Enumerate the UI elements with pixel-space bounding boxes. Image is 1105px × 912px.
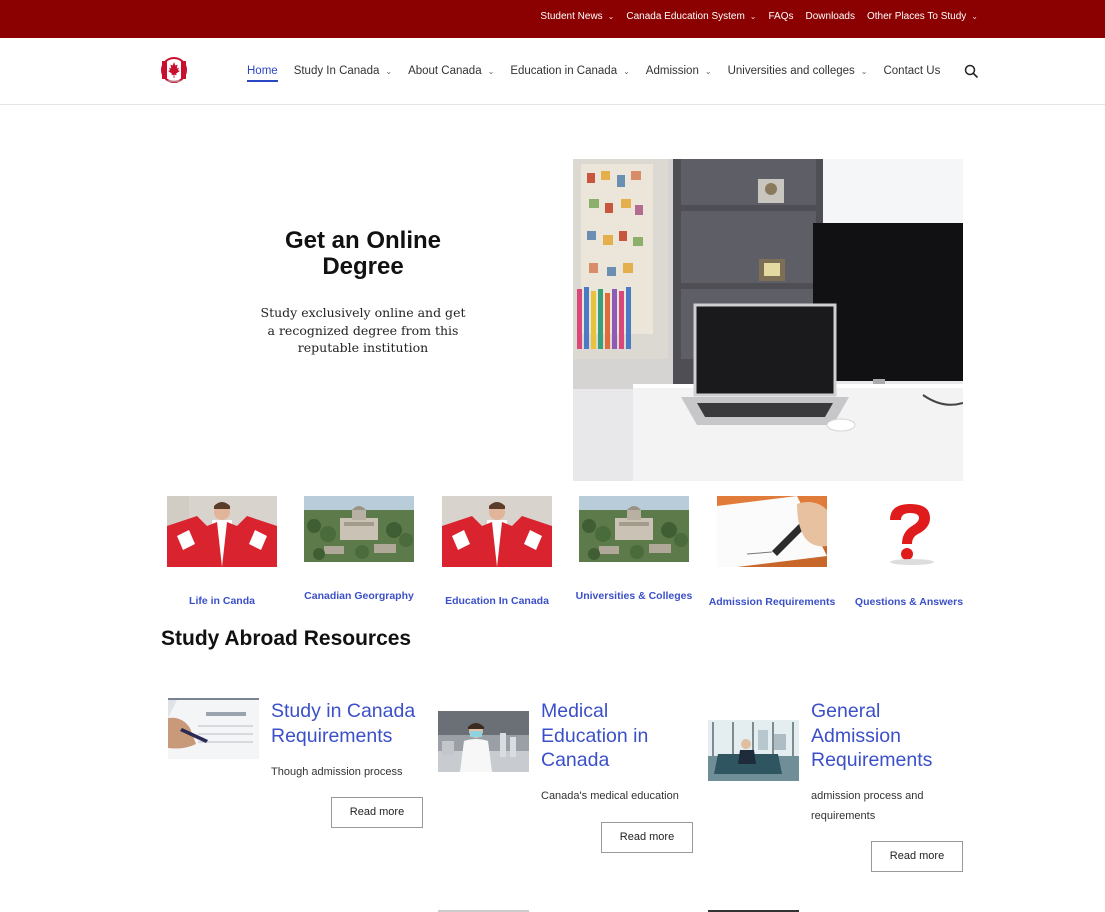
category-label[interactable]: Canadian Georgraphy [294,590,424,602]
visa-application-photo[interactable] [168,698,259,759]
topnav-label: Downloads [805,11,855,22]
category-label[interactable]: Life in Canda [157,595,287,607]
top-bar: Student News ⌄ Canada Education System ⌄ F… [0,0,1105,38]
read-more-button[interactable]: Read more [871,841,963,872]
category-label[interactable]: Admission Requirements [707,596,837,608]
section-title: Study Abroad Resources [161,627,412,650]
chevron-down-icon: ⌄ [860,66,868,76]
chevron-down-icon: ⌄ [385,66,393,76]
student-lounge-photo[interactable] [708,720,799,781]
main-nav: Home Study In Canada ⌄ About Canada ⌄ Educ… [247,65,956,82]
chevron-down-icon: ⌄ [704,66,712,76]
topnav-faqs[interactable]: FAQs [768,11,793,22]
post-excerpt: admission process and requirements [811,790,924,822]
nav-label: Admission [645,65,699,77]
nav-education-in-canada[interactable]: Education in Canada ⌄ [510,65,629,77]
nav-universities-and-colleges[interactable]: Universities and colleges ⌄ [728,65,868,77]
canadian-flag-person-photo[interactable] [167,496,277,567]
nav-label: Contact Us [883,65,941,77]
hero-title: Get an Online Degree [284,227,442,280]
nav-label: Education in Canada [510,65,618,77]
canada-maple-leaf-logo[interactable] [161,57,187,83]
campus-aerial-photo[interactable] [304,496,414,562]
read-more-button[interactable]: Read more [331,797,423,828]
topnav-label: Canada Education System [626,11,745,22]
topnav-label: FAQs [768,11,794,22]
search-icon[interactable] [964,64,978,78]
category-label[interactable]: Questions & Answers [844,596,974,608]
nav-contact-us[interactable]: Contact Us [883,65,940,77]
campus-aerial-photo[interactable] [579,496,689,562]
topnav-other-places[interactable]: Other Places To Study ⌄ [867,11,978,22]
nav-label: Study In Canada [293,65,380,77]
topnav-label: Student News [540,11,603,22]
pen-signing-paper-photo[interactable] [717,496,827,567]
nav-home[interactable]: Home [247,65,278,82]
post-title[interactable]: Medical Education in Canada [541,699,681,773]
chevron-down-icon: ⌄ [749,12,757,21]
chevron-down-icon: ⌄ [971,12,978,21]
nav-study-in-canada[interactable]: Study In Canada ⌄ [294,65,392,77]
post-excerpt: Though admission process [271,766,403,778]
chevron-down-icon: ⌄ [607,12,615,21]
canadian-flag-person-photo[interactable] [442,496,552,567]
laptop-on-desk-photo [573,159,963,481]
post-title[interactable]: Study in Canada Requirements [271,699,421,748]
nav-label: Home [247,65,278,77]
category-label[interactable]: Education In Canada [432,595,562,607]
chevron-down-icon: ⌄ [623,66,630,76]
nav-about-canada[interactable]: About Canada ⌄ [408,65,494,77]
post-title[interactable]: General Admission Requirements [811,699,961,773]
nav-admission[interactable]: Admission ⌄ [646,65,712,77]
nav-label: About Canada [408,65,482,77]
chevron-down-icon: ⌄ [487,66,495,76]
category-label[interactable]: Universities & Colleges [569,590,699,602]
topnav-label: Other Places To Study [866,11,967,22]
medical-lab-photo[interactable] [438,711,529,772]
topnav-student-news[interactable]: Student News ⌄ [540,11,614,22]
read-more-button[interactable]: Read more [601,822,693,853]
red-question-mark[interactable] [854,496,964,567]
topnav-downloads[interactable]: Downloads [806,11,855,22]
post-excerpt: Canada's medical education [541,790,679,802]
hero-text: Study exclusively online and get a recog… [260,305,466,355]
nav-label: Universities and colleges [727,65,855,77]
topnav-canada-education-system[interactable]: Canada Education System ⌄ [626,11,756,22]
site-header: Home Study In Canada ⌄ About Canada ⌄ Educ… [0,38,1105,105]
top-nav: Student News ⌄ Canada Education System ⌄ F… [528,11,978,22]
